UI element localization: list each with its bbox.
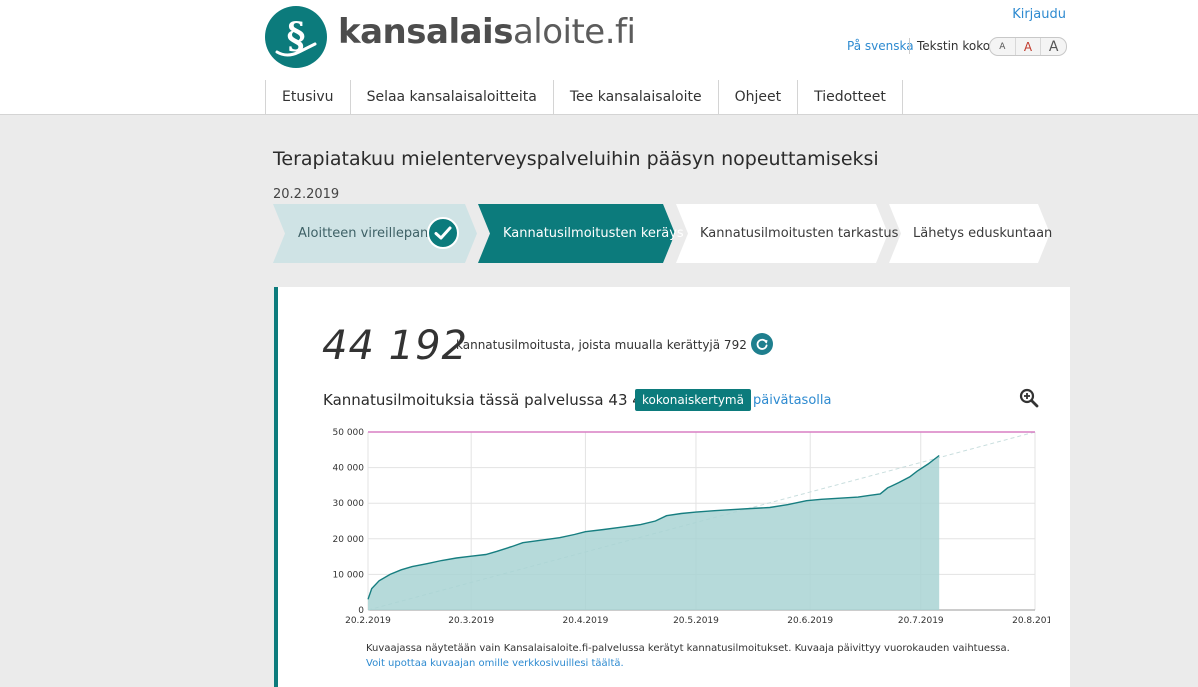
chart-note: Kuvaajassa näytetään vain Kansalaisaloit…	[366, 643, 1010, 654]
total-support-count: 44 192	[322, 323, 468, 369]
refresh-icon[interactable]	[751, 333, 773, 355]
nav-item-news[interactable]: Tiedotteet	[798, 80, 903, 114]
text-size-label: Tekstin koko:	[917, 39, 995, 53]
cumulative-view-button[interactable]: kokonaiskertymä	[635, 389, 751, 411]
text-size-large-button[interactable]: A	[1041, 38, 1066, 55]
step-3-label: Kannatusilmoitusten tarkastus	[700, 226, 899, 241]
text-size-medium-button[interactable]: A	[1016, 38, 1042, 55]
x-tick-label: 20.3.2019	[448, 616, 494, 626]
chart-title: Kannatusilmoituksia tässä palvelussa 43 …	[323, 391, 661, 409]
daily-view-link[interactable]: päivätasolla	[753, 393, 831, 408]
step-2-label: Kannatusilmoitusten keräys	[503, 226, 684, 241]
logo-wordmark-rest: aloite.fi	[512, 12, 636, 52]
nav-item-create[interactable]: Tee kansalaisaloite	[553, 80, 719, 114]
x-tick-label: 20.7.2019	[898, 616, 944, 626]
logo-wordmark-bold: kansalais	[338, 12, 513, 52]
section-sign-logo-icon[interactable]: §	[265, 6, 327, 68]
y-tick-label: 40 000	[333, 464, 365, 474]
step-4-label: Lähetys eduskuntaan	[913, 226, 1053, 241]
x-tick-label: 20.6.2019	[787, 616, 833, 626]
text-size-small-button[interactable]: A	[990, 38, 1016, 55]
y-tick-label: 10 000	[333, 570, 365, 580]
login-link[interactable]: Kirjaudu	[1012, 7, 1066, 22]
page-title: Terapiatakuu mielenterveyspalveluihin pä…	[273, 148, 879, 170]
y-tick-label: 30 000	[333, 499, 365, 509]
main-nav: Etusivu Selaa kansalaisaloitteita Tee ka…	[265, 80, 903, 114]
text-size-control: A A A	[989, 37, 1067, 56]
nav-item-browse[interactable]: Selaa kansalaisaloitteita	[350, 80, 554, 114]
y-tick-label: 20 000	[333, 535, 365, 545]
supports-area-chart: 0 10 000 20 000 30 000 40 000 50 000 20.2.2019…	[333, 428, 1051, 626]
y-tick-label: 0	[358, 606, 364, 616]
x-tick-label: 20.4.2019	[563, 616, 609, 626]
header-divider	[909, 38, 910, 54]
zoom-in-icon[interactable]	[1019, 388, 1039, 408]
support-area	[368, 455, 940, 610]
step-1-label: Aloitteen vireillepano	[298, 226, 437, 241]
y-tick-label: 50 000	[333, 428, 365, 438]
initiative-date: 20.2.2019	[273, 187, 340, 202]
x-tick-label: 20.5.2019	[673, 616, 719, 626]
language-switch-link[interactable]: På svenska	[847, 39, 914, 53]
x-tick-label: 20.8.2019	[1012, 616, 1050, 626]
site-header: § kansalaisaloite.fi Kirjaudu På svenska…	[0, 0, 1198, 115]
nav-item-home[interactable]: Etusivu	[266, 80, 351, 114]
total-support-description: kannatusilmoitusta, joista muualla kerät…	[456, 338, 747, 352]
x-tick-label: 20.2.2019	[345, 616, 391, 626]
site-logo-wordmark[interactable]: kansalaisaloite.fi	[338, 12, 636, 52]
check-circle-icon	[427, 217, 459, 249]
embed-chart-link[interactable]: Voit upottaa kuvaajan omille verkkosivui…	[366, 658, 624, 669]
nav-item-help[interactable]: Ohjeet	[718, 80, 799, 114]
